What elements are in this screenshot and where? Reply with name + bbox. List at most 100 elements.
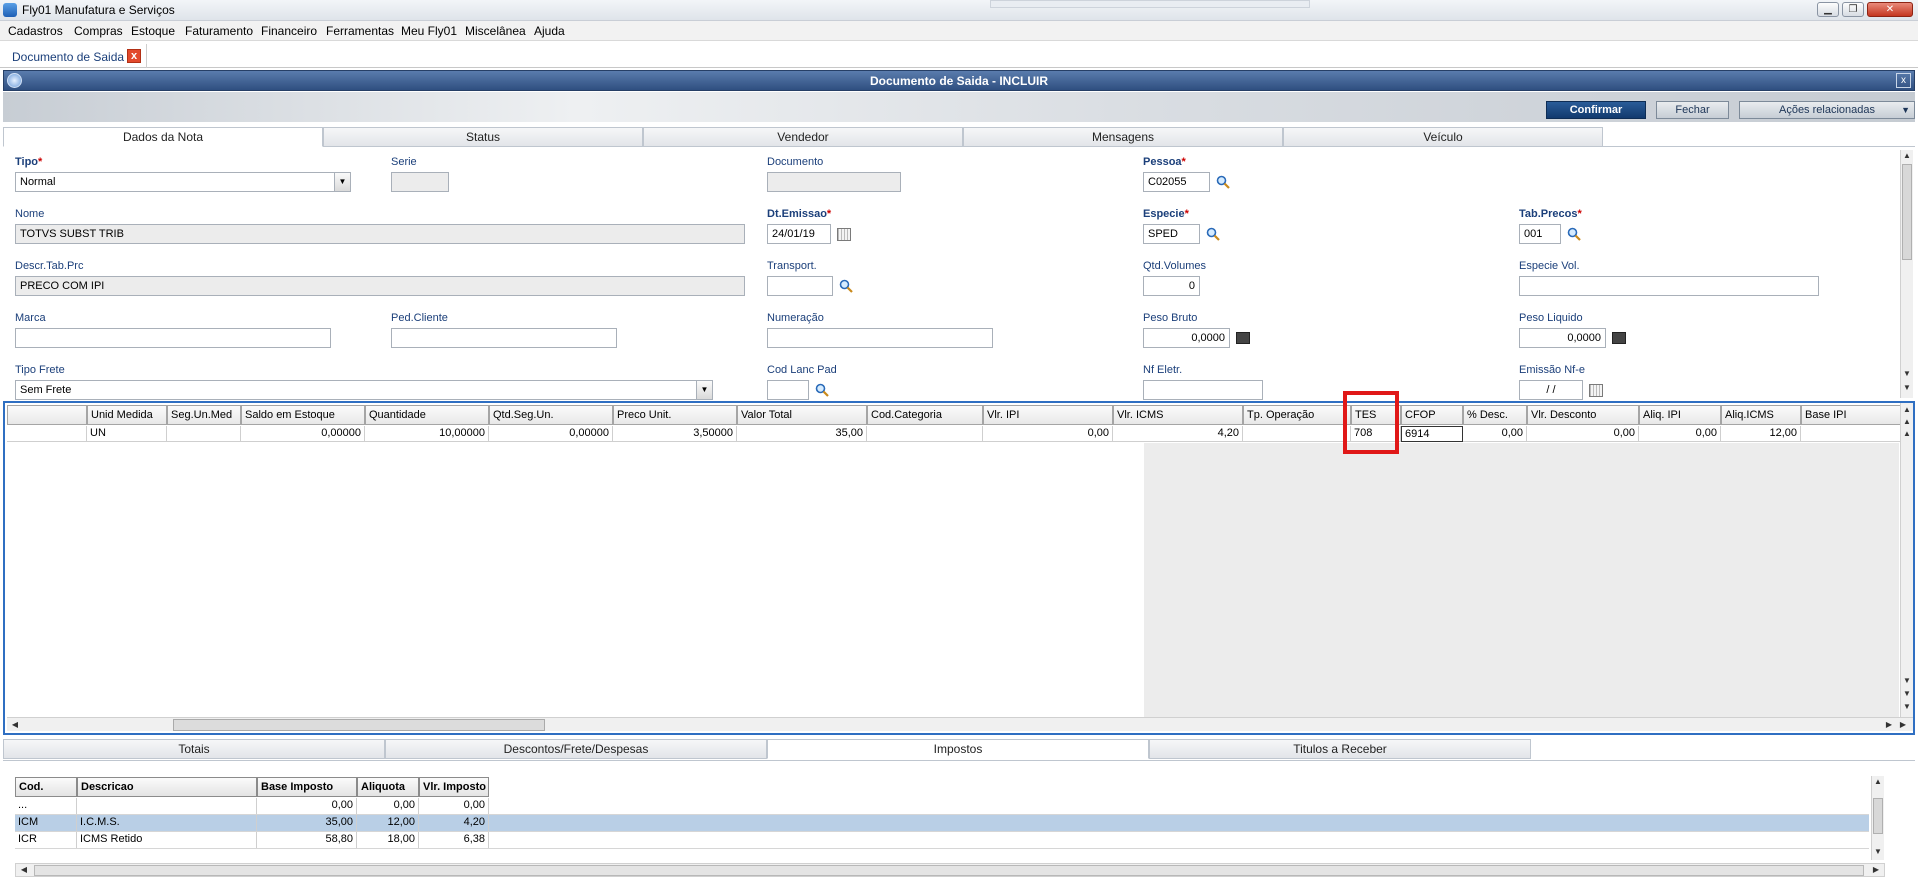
column-header-vlr-icms[interactable]: Vlr. ICMS bbox=[1113, 405, 1243, 425]
table-cell[interactable] bbox=[1243, 426, 1351, 442]
table-cell[interactable]: 10,00000 bbox=[365, 426, 489, 442]
tipo-select[interactable]: Normal ▼ bbox=[15, 172, 351, 192]
close-window-button[interactable]: ✕ bbox=[1867, 2, 1913, 17]
tab-veiculo[interactable]: Veículo bbox=[1283, 127, 1603, 147]
tab-descontos-frete-despesas[interactable]: Descontos/Frete/Despesas bbox=[385, 739, 767, 759]
menu-meu-fly01[interactable]: Meu Fly01 bbox=[401, 24, 457, 38]
scroll-page-down-icon[interactable]: ▼ bbox=[1901, 688, 1913, 700]
tab-precos-field[interactable]: 001 bbox=[1519, 224, 1561, 244]
scroll-left-icon[interactable]: ◀ bbox=[18, 864, 30, 876]
scroll-thumb[interactable] bbox=[1902, 164, 1912, 260]
menu-estoque[interactable]: Estoque bbox=[131, 24, 175, 38]
column-header-preco-unit[interactable]: Preco Unit. bbox=[613, 405, 737, 425]
scroll-thumb[interactable] bbox=[34, 865, 1864, 876]
table-row[interactable]: ... 0,00 0,00 0,00 bbox=[15, 798, 1869, 815]
scroll-left-icon[interactable]: ◀ bbox=[9, 719, 21, 731]
nome-field[interactable]: TOTVS SUBST TRIB bbox=[15, 224, 745, 244]
tab-dados-da-nota[interactable]: Dados da Nota bbox=[3, 127, 323, 147]
table-cell[interactable] bbox=[167, 426, 241, 442]
table-cell[interactable]: 0,00 bbox=[1527, 426, 1639, 442]
minimize-button[interactable]: ▁ bbox=[1817, 2, 1839, 17]
tab-vendedor[interactable]: Vendedor bbox=[643, 127, 963, 147]
column-header-aliq-ipi[interactable]: Aliq. IPI bbox=[1639, 405, 1721, 425]
table-row[interactable]: ICR ICMS Retido 58,80 18,00 6,38 bbox=[15, 832, 1869, 849]
confirm-button[interactable]: Confirmar bbox=[1546, 101, 1646, 119]
table-cell[interactable] bbox=[1801, 426, 1901, 442]
form-vertical-scrollbar[interactable]: ▲ ▼ ▼ bbox=[1900, 150, 1913, 398]
scroll-bottom-icon[interactable]: ▼ bbox=[1901, 701, 1913, 713]
nf-eletr-field[interactable] bbox=[1143, 380, 1263, 400]
column-header-qtd-seg-un[interactable]: Qtd.Seg.Un. bbox=[489, 405, 613, 425]
scroll-top-icon[interactable]: ▲ bbox=[1901, 404, 1913, 416]
search-icon[interactable] bbox=[1206, 227, 1220, 241]
menu-miscelanea[interactable]: Miscelânea bbox=[465, 24, 526, 38]
column-header-base-imposto[interactable]: Base Imposto bbox=[257, 777, 357, 797]
menu-financeiro[interactable]: Financeiro bbox=[261, 24, 317, 38]
menu-ferramentas[interactable]: Ferramentas bbox=[326, 24, 394, 38]
emissao-nfe-field[interactable]: / / bbox=[1519, 380, 1583, 400]
dt-emissao-field[interactable]: 24/01/19 bbox=[767, 224, 831, 244]
cod-lanc-pad-field[interactable] bbox=[767, 380, 809, 400]
table-cell[interactable]: UN bbox=[87, 426, 167, 442]
search-icon[interactable] bbox=[1216, 175, 1230, 189]
column-header-vlr-ipi[interactable]: Vlr. IPI bbox=[983, 405, 1113, 425]
scroll-up-icon[interactable]: ▲ bbox=[1872, 776, 1884, 788]
column-header-cod[interactable]: Cod. bbox=[15, 777, 77, 797]
grid-horizontal-scrollbar[interactable]: ◀ ▶ ▶ bbox=[7, 717, 1913, 731]
column-header[interactable] bbox=[7, 405, 87, 425]
transport-field[interactable] bbox=[767, 276, 833, 296]
grid-vertical-scrollbar[interactable]: ▲ ▲ ▲ ▼ ▼ ▼ bbox=[1900, 403, 1913, 717]
peso-bruto-field[interactable]: 0,0000 bbox=[1143, 328, 1230, 348]
close-dialog-button[interactable]: x bbox=[1896, 73, 1911, 88]
column-header-cod-categoria[interactable]: Cod.Categoria bbox=[867, 405, 983, 425]
dropdown-arrow-icon[interactable]: ▼ bbox=[334, 173, 350, 191]
column-header-valor-total[interactable]: Valor Total bbox=[737, 405, 867, 425]
table-cell[interactable]: 4,20 bbox=[1113, 426, 1243, 442]
column-header-tp-operacao[interactable]: Tp. Operação bbox=[1243, 405, 1351, 425]
scroll-up-icon[interactable]: ▲ bbox=[1901, 150, 1913, 162]
calendar-icon[interactable] bbox=[1589, 384, 1603, 397]
table-cell[interactable]: 3,50000 bbox=[613, 426, 737, 442]
table-cell[interactable]: 35,00 bbox=[737, 426, 867, 442]
menu-faturamento[interactable]: Faturamento bbox=[185, 24, 253, 38]
column-header-saldo-estoque[interactable]: Saldo em Estoque bbox=[241, 405, 365, 425]
close-tab-icon[interactable]: x bbox=[127, 49, 141, 63]
tab-totais[interactable]: Totais bbox=[3, 739, 385, 759]
column-header-cfop[interactable]: CFOP bbox=[1401, 405, 1463, 425]
search-icon[interactable] bbox=[815, 383, 829, 397]
qtd-volumes-field[interactable]: 0 bbox=[1143, 276, 1200, 296]
related-actions-dropdown[interactable]: Ações relacionadas ▼ bbox=[1739, 101, 1915, 119]
table-cell[interactable]: 0,00 bbox=[983, 426, 1113, 442]
table-cell[interactable]: 12,00 bbox=[1721, 426, 1801, 442]
search-icon[interactable] bbox=[839, 279, 853, 293]
tab-titulos-a-receber[interactable]: Titulos a Receber bbox=[1149, 739, 1531, 759]
table-cell[interactable]: 0,00000 bbox=[241, 426, 365, 442]
scroll-end-icon[interactable]: ▼ bbox=[1901, 382, 1913, 394]
scroll-right-icon[interactable]: ▶ bbox=[1883, 719, 1895, 731]
scroll-up-icon[interactable]: ▲ bbox=[1901, 428, 1913, 440]
scroll-down-icon[interactable]: ▼ bbox=[1872, 846, 1884, 858]
documento-field[interactable] bbox=[767, 172, 901, 192]
scroll-down-icon[interactable]: ▼ bbox=[1901, 675, 1913, 687]
column-header-seg-un-med[interactable]: Seg.Un.Med bbox=[167, 405, 241, 425]
cfop-cell[interactable]: 6914 bbox=[1401, 426, 1463, 442]
menu-ajuda[interactable]: Ajuda bbox=[534, 24, 565, 38]
especie-field[interactable]: SPED bbox=[1143, 224, 1200, 244]
maximize-button[interactable]: ❐ bbox=[1842, 2, 1864, 17]
ped-cliente-field[interactable] bbox=[391, 328, 617, 348]
table-row[interactable]: ICM I.C.M.S. 35,00 12,00 4,20 bbox=[15, 815, 1869, 832]
column-header-unid-medida[interactable]: Unid Medida bbox=[87, 405, 167, 425]
peso-liquido-field[interactable]: 0,0000 bbox=[1519, 328, 1606, 348]
column-header-aliq-icms[interactable]: Aliq.ICMS bbox=[1721, 405, 1801, 425]
menu-cadastros[interactable]: Cadastros bbox=[8, 24, 63, 38]
calculator-icon[interactable] bbox=[1612, 332, 1626, 344]
table-cell[interactable]: 0,00 bbox=[1463, 426, 1527, 442]
table-cell[interactable]: 0,00 bbox=[1639, 426, 1721, 442]
tab-documento-de-saida[interactable]: Documento de Saida x bbox=[0, 44, 147, 68]
tab-impostos[interactable]: Impostos bbox=[767, 739, 1149, 759]
scroll-down-icon[interactable]: ▼ bbox=[1901, 368, 1913, 380]
menu-compras[interactable]: Compras bbox=[74, 24, 123, 38]
search-icon[interactable] bbox=[1567, 227, 1581, 241]
tab-status[interactable]: Status bbox=[323, 127, 643, 147]
especie-vol-field[interactable] bbox=[1519, 276, 1819, 296]
